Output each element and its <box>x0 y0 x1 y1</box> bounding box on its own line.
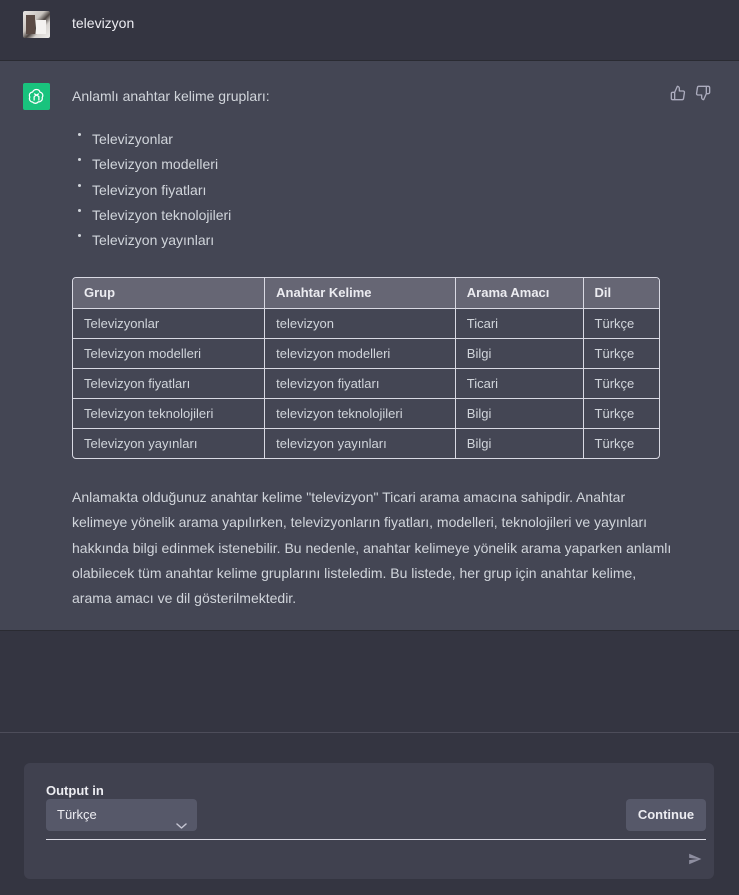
table-cell: Televizyon teknolojileri <box>73 397 266 429</box>
user-message-text: televizyon <box>72 15 135 31</box>
table-cell: Bilgi <box>454 397 584 429</box>
chevron-down-icon <box>176 810 187 842</box>
table-cell: televizyon fiyatları <box>264 367 456 399</box>
list-item: Televizyonlar <box>78 130 231 155</box>
table-row: Televizyonlar televizyon Ticari Türkçe <box>73 307 659 339</box>
selected-language: Türkçe <box>57 807 97 822</box>
table-cell: Ticari <box>454 367 584 399</box>
list-item: Televizyon yayınları <box>78 231 231 256</box>
table-cell: Türkçe <box>582 397 659 429</box>
keyword-group-list: Televizyonlar Televizyon modelleri Telev… <box>78 130 231 256</box>
table-cell: Türkçe <box>582 337 659 369</box>
table-row: Televizyon teknolojileri televizyon tekn… <box>73 397 659 429</box>
thumbs-up-icon[interactable] <box>670 85 686 101</box>
table-cell: Ticari <box>454 307 584 339</box>
divider <box>0 732 739 733</box>
output-language-select[interactable]: Türkçe <box>46 799 197 831</box>
table-cell: Türkçe <box>582 307 659 339</box>
list-item: Televizyon fiyatları <box>78 181 231 206</box>
send-icon[interactable] <box>688 852 702 871</box>
table-cell: Televizyon fiyatları <box>73 367 266 399</box>
table-cell: televizyon yayınları <box>264 427 456 458</box>
table-header-cell: Arama Amacı <box>454 278 584 309</box>
table-header-cell: Dil <box>582 278 659 309</box>
table-cell: televizyon teknolojileri <box>264 397 456 429</box>
table-cell: Televizyon modelleri <box>73 337 266 369</box>
table-cell: televizyon modelleri <box>264 337 456 369</box>
table-row: Televizyon yayınları televizyon yayınlar… <box>73 427 659 458</box>
table-cell: Televizyonlar <box>73 307 266 339</box>
openai-logo-icon <box>23 83 50 110</box>
user-avatar <box>23 11 50 38</box>
assistant-intro-text: Anlamlı anahtar kelime grupları: <box>72 88 270 104</box>
table-cell: Türkçe <box>582 427 659 458</box>
assistant-message-row: Anlamlı anahtar kelime grupları: Televiz… <box>0 61 739 631</box>
prompt-input-underline[interactable] <box>46 839 706 840</box>
table-row: Televizyon fiyatları televizyon fiyatlar… <box>73 367 659 399</box>
user-message-row: televizyon <box>0 0 739 61</box>
table-header-row: Grup Anahtar Kelime Arama Amacı Dil <box>73 278 659 309</box>
assistant-explanation-text: Anlamakta olduğunuz anahtar kelime "tele… <box>72 489 672 607</box>
table-header-cell: Anahtar Kelime <box>264 278 456 309</box>
list-item: Televizyon teknolojileri <box>78 206 231 231</box>
continue-button[interactable]: Continue <box>626 799 706 831</box>
table-cell: Bilgi <box>454 427 584 458</box>
table-header-cell: Grup <box>73 278 266 309</box>
thumbs-down-icon[interactable] <box>695 85 711 101</box>
keyword-table: Grup Anahtar Kelime Arama Amacı Dil Tele… <box>72 277 660 459</box>
table-cell: Bilgi <box>454 337 584 369</box>
table-cell: Televizyon yayınları <box>73 427 266 458</box>
table-cell: televizyon <box>264 307 456 339</box>
list-item: Televizyon modelleri <box>78 155 231 180</box>
output-language-label: Output in <box>46 783 104 798</box>
table-row: Televizyon modelleri televizyon modeller… <box>73 337 659 369</box>
prompt-composer: Output in Türkçe Continue <box>24 763 714 879</box>
table-cell: Türkçe <box>582 367 659 399</box>
